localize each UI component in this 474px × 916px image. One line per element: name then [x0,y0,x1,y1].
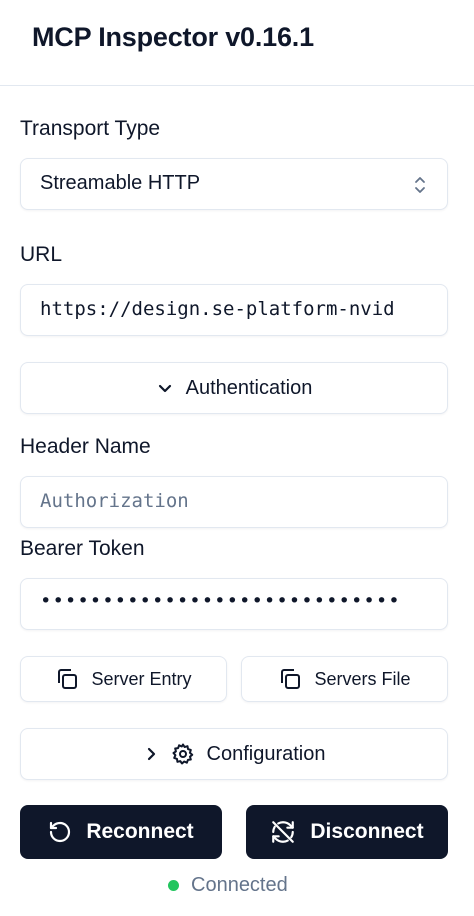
status-text: Connected [191,874,288,896]
rotate-ccw-icon [48,820,72,844]
url-label: URL [20,243,63,266]
status-dot-icon [168,880,179,891]
disconnect-label: Disconnect [310,820,424,843]
chevron-right-icon [143,745,159,763]
header-name-label: Header Name [20,435,151,458]
server-entry-label: Server Entry [91,668,192,689]
configuration-toggle-button[interactable]: Configuration [20,728,448,780]
url-input[interactable]: https://design.se-platform-nvid [20,284,448,336]
refresh-off-icon [270,819,296,845]
authentication-toggle-button[interactable]: Authentication [20,362,448,414]
copy-servers-file-button[interactable]: Servers File [241,656,448,702]
copy-server-entry-button[interactable]: Server Entry [20,656,227,702]
bearer-token-input[interactable]: ••••••••••••••••••••••••••••• [20,578,448,630]
reconnect-label: Reconnect [86,820,194,843]
bearer-token-value: ••••••••••••••••••••••••••••• [40,590,401,612]
header-name-placeholder: Authorization [40,490,189,512]
bearer-token-label: Bearer Token [20,537,145,560]
chevron-down-icon [156,379,174,397]
chevron-up-down-icon [413,174,427,196]
url-value: https://design.se-platform-nvid [40,298,395,320]
header-name-input[interactable]: Authorization [20,476,448,528]
copy-icon [278,667,302,691]
app-title: MCP Inspector v0.16.1 [32,22,314,52]
transport-type-select[interactable]: Streamable HTTP [20,158,448,210]
connection-status: Connected [168,874,288,897]
reconnect-button[interactable]: Reconnect [20,805,222,859]
transport-type-value: Streamable HTTP [40,172,201,194]
app-header: MCP Inspector v0.16.1 [0,0,474,86]
gear-icon [171,742,195,766]
transport-type-label: Transport Type [20,117,161,140]
authentication-label: Authentication [185,376,313,399]
configuration-label: Configuration [206,742,326,765]
servers-file-label: Servers File [314,668,411,689]
copy-icon [55,667,79,691]
disconnect-button[interactable]: Disconnect [246,805,448,859]
